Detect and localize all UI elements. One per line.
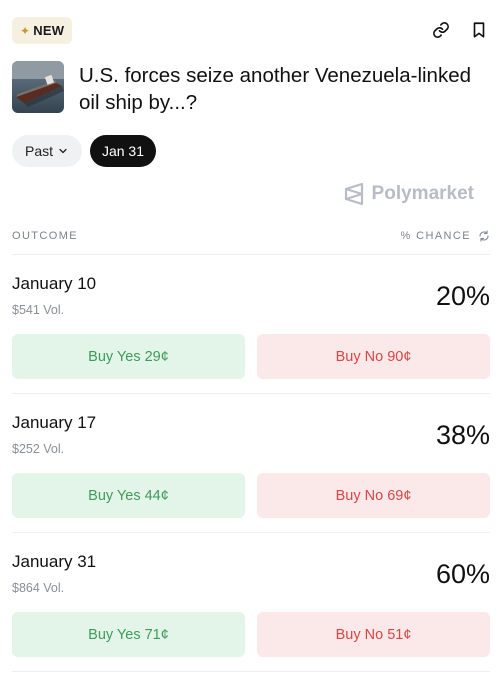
buy-yes-button[interactable]: Buy Yes 29¢ [12, 334, 245, 379]
header-actions [432, 21, 488, 39]
buy-no-button[interactable]: Buy No 69¢ [257, 473, 490, 518]
chance-header-label: % CHANCE [400, 230, 471, 242]
divider [12, 254, 490, 255]
polymarket-logo-icon [344, 182, 363, 206]
past-dropdown[interactable]: Past [12, 135, 82, 167]
table-header: OUTCOME % CHANCE [12, 230, 490, 244]
outcome-volume: $864 Vol. [12, 581, 65, 595]
buy-yes-button[interactable]: Buy Yes 44¢ [12, 473, 245, 518]
sparkle-icon: ✦ [20, 23, 31, 38]
outcome-row: January 10 $541 Vol. 20% Buy Yes 29¢ Buy… [12, 274, 490, 384]
bookmark-icon[interactable] [470, 21, 488, 39]
outcome-chance: 20% [435, 281, 490, 311]
outcome-date: January 17 [12, 413, 97, 432]
new-badge-label: NEW [33, 23, 65, 38]
date-filter: Past Jan 31 [12, 135, 156, 167]
divider [12, 671, 490, 672]
divider [12, 393, 490, 394]
date-pill-selected[interactable]: Jan 31 [90, 135, 156, 167]
outcome-volume: $541 Vol. [12, 303, 65, 317]
outcome-chance: 60% [435, 559, 490, 589]
buy-yes-button[interactable]: Buy Yes 71¢ [12, 612, 245, 657]
market-header: U.S. forces seize another Venezuela-link… [12, 61, 492, 115]
link-icon[interactable] [432, 21, 450, 39]
polymarket-logo: Polymarket [344, 182, 474, 206]
market-thumbnail [12, 61, 64, 113]
chevron-down-icon [59, 148, 67, 154]
buy-no-button[interactable]: Buy No 90¢ [257, 334, 490, 379]
market-title: U.S. forces seize another Venezuela-link… [79, 64, 472, 114]
brand-name: Polymarket [371, 183, 474, 204]
outcome-header: OUTCOME [12, 230, 79, 242]
past-label: Past [24, 143, 53, 159]
refresh-icon[interactable] [478, 230, 490, 242]
outcome-date: January 10 [12, 274, 97, 293]
new-badge: ✦ NEW [12, 17, 73, 44]
buy-no-button[interactable]: Buy No 51¢ [257, 612, 490, 657]
outcome-row: January 31 $864 Vol. 60% Buy Yes 71¢ Buy… [12, 552, 490, 662]
outcome-row: January 17 $252 Vol. 38% Buy Yes 44¢ Buy… [12, 413, 490, 523]
chance-header: % CHANCE [401, 230, 491, 242]
outcome-date: January 31 [12, 552, 97, 571]
divider [12, 532, 490, 533]
top-row: ✦ NEW [12, 17, 492, 45]
outcome-volume: $252 Vol. [12, 442, 65, 456]
outcome-chance: 38% [435, 420, 490, 450]
